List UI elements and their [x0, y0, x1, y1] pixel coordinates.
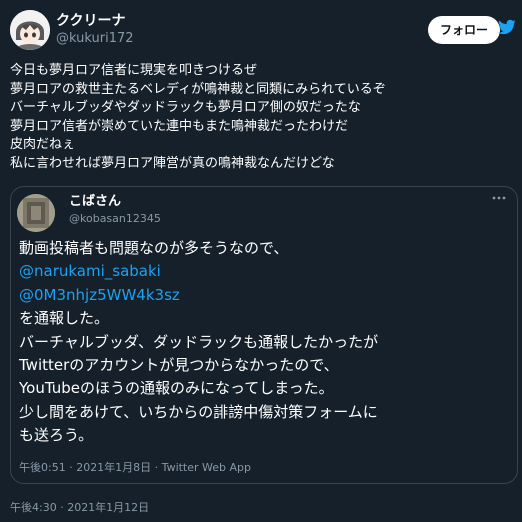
- quoted-author-display-name[interactable]: こばさん: [69, 193, 161, 210]
- quoted-tweet-text: 動画投稿者も問題なのが多そうなので、 @narukami_sabaki @0M3…: [19, 237, 509, 448]
- author-handle[interactable]: @kukuri172: [56, 30, 134, 48]
- mention-link[interactable]: @0M3nhjz5WW4k3sz: [19, 284, 509, 307]
- anime-character-avatar-icon: [10, 10, 50, 50]
- tweet-line: 夢月ロア信者が崇めていた連中もまた鳴神裁だったわけだ: [10, 118, 349, 134]
- tweet-header: ククリーナ @kukuri172 フォロー: [10, 10, 516, 50]
- quoted-line: Twitterのアカウントが見つからなかったので、: [19, 356, 339, 375]
- follow-button[interactable]: フォロー: [427, 16, 500, 44]
- quoted-line: バーチャルブッダ、ダッドラックも通報したかったが: [19, 332, 379, 351]
- quoted-tweet[interactable]: こばさん @kobasan12345 動画投稿者も問題なのが多そうなので、 @n…: [10, 186, 518, 484]
- tweet-line: 皮肉だねぇ: [10, 137, 76, 152]
- tweet-line: 今日も夢月ロア信者に現実を叩きつけるぜ: [10, 63, 258, 78]
- tweet-line: 夢月ロアの救世主たるベレディが鳴神裁と同類にみられているぞ: [10, 81, 386, 97]
- tweet-card: ククリーナ @kukuri172 フォロー 今日も夢月ロア信者に現実を叩きつける…: [0, 0, 522, 522]
- quoted-author-avatar[interactable]: [17, 194, 55, 232]
- quoted-tweet-meta[interactable]: 午後0:51 · 2021年1月8日 · Twitter Web App: [19, 459, 251, 475]
- author-avatar[interactable]: [10, 10, 50, 50]
- author-names: ククリーナ @kukuri172: [56, 12, 134, 48]
- mention-link[interactable]: @narukami_sabaki: [19, 260, 509, 283]
- tweet-timestamp[interactable]: 午後4:30 · 2021年1月12日: [10, 499, 149, 515]
- author-display-name[interactable]: ククリーナ: [56, 12, 134, 30]
- quoted-line: を通報した。: [19, 309, 110, 328]
- photo-avatar-icon: [17, 194, 55, 232]
- tweet-text: 今日も夢月ロア信者に現実を叩きつけるぜ 夢月ロアの救世主たるベレディが鳴神裁と同…: [10, 62, 512, 173]
- tweet-line: 私に言わせれば夢月ロア陣営が真の鳴神裁なんだけどな: [10, 155, 335, 171]
- more-options-icon[interactable]: [491, 195, 507, 201]
- quoted-author-names: こばさん @kobasan12345: [69, 193, 161, 227]
- quoted-line: YouTubeのほうの通報のみになってしまった。: [19, 379, 334, 398]
- tweet-line: バーチャルブッダやダッドラックも夢月ロア側の奴だったな: [10, 100, 361, 115]
- twitter-bird-icon[interactable]: [498, 18, 516, 36]
- quoted-line: も送ろう。: [19, 426, 94, 445]
- quoted-author-handle[interactable]: @kobasan12345: [69, 210, 161, 227]
- quoted-line: 動画投稿者も問題なのが多そうなので、: [19, 239, 289, 257]
- quoted-line: 少し間をあけて、いちからの誹謗中傷対策フォームに: [19, 402, 378, 421]
